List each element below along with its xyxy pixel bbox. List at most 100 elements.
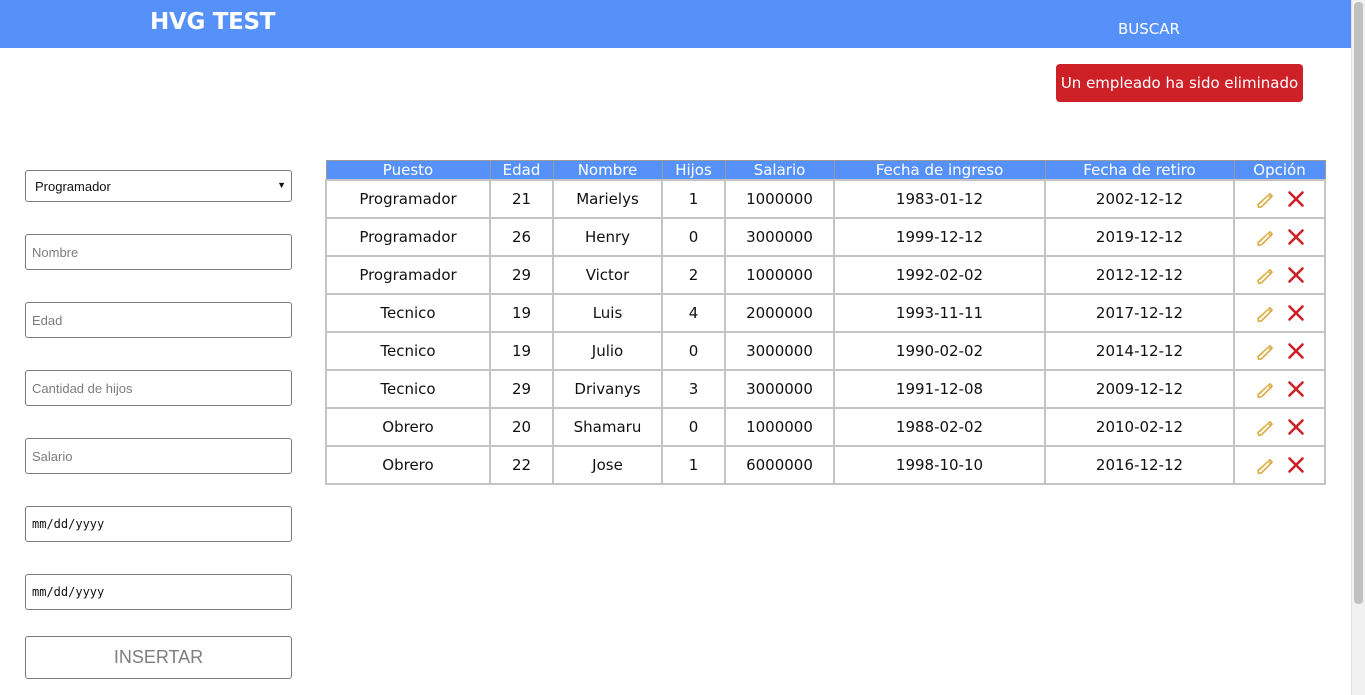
close-icon[interactable] bbox=[1287, 418, 1305, 436]
cell-opcion bbox=[1233, 293, 1326, 333]
cell-puesto: Programador bbox=[325, 255, 491, 295]
cell-puesto: Obrero bbox=[325, 445, 491, 485]
pencil-icon[interactable] bbox=[1255, 341, 1275, 361]
cell-hijos: 0 bbox=[661, 407, 726, 447]
cell-salario: 3000000 bbox=[724, 217, 835, 257]
cell-puesto: Tecnico bbox=[325, 369, 491, 409]
cell-fecha-retiro: 2010-02-12 bbox=[1044, 407, 1235, 447]
cell-nombre: Henry bbox=[552, 217, 663, 257]
cell-opcion bbox=[1233, 407, 1326, 447]
edad-input[interactable] bbox=[25, 302, 292, 338]
header-salario: Salario bbox=[724, 160, 835, 181]
cell-opcion bbox=[1233, 255, 1326, 295]
cell-hijos: 4 bbox=[661, 293, 726, 333]
close-icon[interactable] bbox=[1287, 266, 1305, 284]
salario-input[interactable] bbox=[25, 438, 292, 474]
cell-fecha-ingreso: 1999-12-12 bbox=[833, 217, 1046, 257]
cell-edad: 19 bbox=[489, 293, 554, 333]
fecha-ingreso-input[interactable]: mm/dd/yyyy bbox=[25, 506, 292, 542]
fecha-retiro-placeholder: mm/dd/yyyy bbox=[32, 585, 105, 599]
cell-edad: 29 bbox=[489, 255, 554, 295]
cell-puesto: Programador bbox=[325, 217, 491, 257]
cell-fecha-ingreso: 1993-11-11 bbox=[833, 293, 1046, 333]
cell-salario: 1000000 bbox=[724, 179, 835, 219]
cell-edad: 29 bbox=[489, 369, 554, 409]
table-row: Tecnico 19 Luis 4 2000000 1993-11-11 2017-12-1… bbox=[325, 293, 1326, 333]
cell-nombre: Julio bbox=[552, 331, 663, 371]
cell-puesto: Tecnico bbox=[325, 293, 491, 333]
cell-opcion bbox=[1233, 217, 1326, 257]
header-fecha-ingreso: Fecha de ingreso bbox=[833, 160, 1046, 181]
header-edad: Edad bbox=[489, 160, 554, 181]
nombre-input[interactable] bbox=[25, 234, 292, 270]
cell-fecha-retiro: 2002-12-12 bbox=[1044, 179, 1235, 219]
fecha-ingreso-placeholder: mm/dd/yyyy bbox=[32, 517, 105, 531]
cell-puesto: Tecnico bbox=[325, 331, 491, 371]
cell-edad: 26 bbox=[489, 217, 554, 257]
cell-fecha-retiro: 2012-12-12 bbox=[1044, 255, 1235, 295]
fecha-retiro-input[interactable]: mm/dd/yyyy bbox=[25, 574, 292, 610]
table-row: Obrero 20 Shamaru 0 1000000 1988-02-02 2010-02… bbox=[325, 407, 1326, 447]
cell-salario: 1000000 bbox=[724, 407, 835, 447]
table-row: Tecnico 29 Drivanys 3 3000000 1991-12-08 2009-… bbox=[325, 369, 1326, 409]
cell-nombre: Luis bbox=[552, 293, 663, 333]
table-row: Tecnico 19 Julio 0 3000000 1990-02-02 2014-12-… bbox=[325, 331, 1326, 371]
cell-salario: 6000000 bbox=[724, 445, 835, 485]
search-link[interactable]: BUSCAR bbox=[1118, 20, 1180, 38]
cell-hijos: 0 bbox=[661, 331, 726, 371]
table-row: Programador 26 Henry 0 3000000 1999-12-12 2019… bbox=[325, 217, 1326, 257]
close-icon[interactable] bbox=[1287, 456, 1305, 474]
close-icon[interactable] bbox=[1287, 228, 1305, 246]
cell-fecha-ingreso: 1992-02-02 bbox=[833, 255, 1046, 295]
puesto-select[interactable]: Programador ▼ bbox=[25, 170, 292, 202]
pencil-icon[interactable] bbox=[1255, 455, 1275, 475]
cell-hijos: 1 bbox=[661, 445, 726, 485]
cell-opcion bbox=[1233, 179, 1326, 219]
close-icon[interactable] bbox=[1287, 380, 1305, 398]
vertical-scrollbar[interactable] bbox=[1351, 0, 1365, 695]
deleted-alert: Un empleado ha sido eliminado bbox=[1056, 64, 1303, 102]
hijos-input[interactable] bbox=[25, 370, 292, 406]
pencil-icon[interactable] bbox=[1255, 189, 1275, 209]
cell-opcion bbox=[1233, 445, 1326, 485]
chevron-down-icon: ▼ bbox=[277, 180, 286, 190]
cell-nombre: Victor bbox=[552, 255, 663, 295]
header-puesto: Puesto bbox=[325, 160, 491, 181]
puesto-selected-value: Programador bbox=[35, 178, 111, 194]
cell-fecha-retiro: 2017-12-12 bbox=[1044, 293, 1235, 333]
cell-fecha-ingreso: 1998-10-10 bbox=[833, 445, 1046, 485]
pencil-icon[interactable] bbox=[1255, 379, 1275, 399]
insert-button[interactable]: INSERTAR bbox=[25, 636, 292, 679]
cell-nombre: Jose bbox=[552, 445, 663, 485]
cell-fecha-retiro: 2009-12-12 bbox=[1044, 369, 1235, 409]
table-row: Programador 21 Marielys 1 1000000 1983-01-12 2… bbox=[325, 179, 1326, 219]
cell-salario: 2000000 bbox=[724, 293, 835, 333]
close-icon[interactable] bbox=[1287, 190, 1305, 208]
pencil-icon[interactable] bbox=[1255, 227, 1275, 247]
table-body: Programador 21 Marielys 1 1000000 1983-01-12 2… bbox=[325, 179, 1326, 485]
cell-opcion bbox=[1233, 331, 1326, 371]
cell-nombre: Shamaru bbox=[552, 407, 663, 447]
pencil-icon[interactable] bbox=[1255, 265, 1275, 285]
close-icon[interactable] bbox=[1287, 342, 1305, 360]
cell-salario: 3000000 bbox=[724, 331, 835, 371]
cell-nombre: Drivanys bbox=[552, 369, 663, 409]
scrollbar-thumb[interactable] bbox=[1354, 2, 1363, 604]
close-icon[interactable] bbox=[1287, 304, 1305, 322]
cell-nombre: Marielys bbox=[552, 179, 663, 219]
cell-edad: 19 bbox=[489, 331, 554, 371]
cell-puesto: Obrero bbox=[325, 407, 491, 447]
header-hijos: Hijos bbox=[661, 160, 726, 181]
cell-fecha-ingreso: 1990-02-02 bbox=[833, 331, 1046, 371]
cell-puesto: Programador bbox=[325, 179, 491, 219]
cell-edad: 20 bbox=[489, 407, 554, 447]
pencil-icon[interactable] bbox=[1255, 417, 1275, 437]
pencil-icon[interactable] bbox=[1255, 303, 1275, 323]
cell-fecha-retiro: 2016-12-12 bbox=[1044, 445, 1235, 485]
cell-hijos: 1 bbox=[661, 179, 726, 219]
cell-fecha-retiro: 2014-12-12 bbox=[1044, 331, 1235, 371]
cell-hijos: 0 bbox=[661, 217, 726, 257]
cell-edad: 21 bbox=[489, 179, 554, 219]
header-nombre: Nombre bbox=[552, 160, 663, 181]
brand-title[interactable]: HVG TEST bbox=[150, 9, 276, 35]
